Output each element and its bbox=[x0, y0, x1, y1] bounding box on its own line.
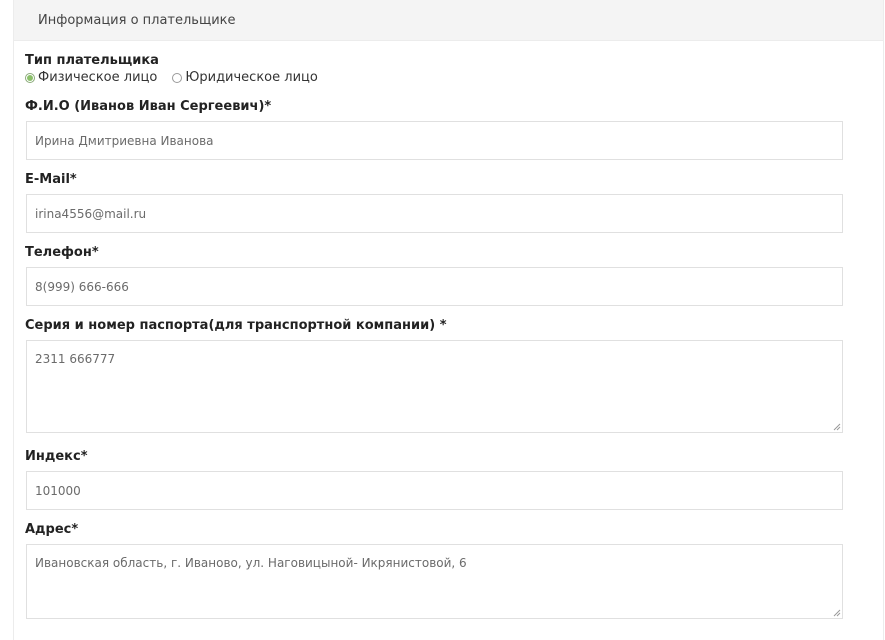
radio-option-individual[interactable]: Физическое лицо bbox=[25, 70, 157, 85]
passport-label: Серия и номер паспорта(для транспортной … bbox=[25, 318, 447, 333]
radio-legal[interactable] bbox=[172, 72, 183, 83]
resize-handle-icon[interactable] bbox=[833, 609, 841, 617]
passport-value: 2311 666777 bbox=[35, 352, 116, 366]
email-value: irina4556@mail.ru bbox=[35, 206, 147, 221]
payer-type-label: Тип плательщика bbox=[25, 53, 159, 68]
radio-individual[interactable] bbox=[25, 72, 35, 83]
phone-label: Телефон* bbox=[25, 245, 99, 260]
email-label: E-Mail* bbox=[25, 172, 77, 187]
address-value: Ивановская область, г. Иваново, ул. Наго… bbox=[35, 556, 467, 570]
index-label: Индекс* bbox=[25, 449, 88, 464]
index-value: 101000 bbox=[35, 483, 81, 498]
fio-input[interactable]: Ирина Дмитриевна Иванова bbox=[26, 121, 843, 160]
phone-input[interactable]: 8(999) 666-666 bbox=[26, 267, 843, 306]
radio-individual-label: Физическое лицо bbox=[38, 70, 158, 85]
payer-type-radio-group: Физическое лицо Юридическое лицо bbox=[25, 70, 333, 85]
phone-value: 8(999) 666-666 bbox=[35, 279, 129, 294]
radio-option-legal[interactable]: Юридическое лицо bbox=[172, 70, 318, 85]
resize-handle-icon[interactable] bbox=[833, 423, 841, 431]
address-label: Адрес* bbox=[25, 522, 79, 537]
panel-header: Информация о плательщике bbox=[14, 0, 883, 41]
fio-label: Ф.И.О (Иванов Иван Сергеевич)* bbox=[25, 99, 272, 114]
section-title: Информация о плательщике bbox=[38, 12, 236, 28]
address-textarea[interactable]: Ивановская область, г. Иваново, ул. Наго… bbox=[26, 544, 843, 619]
fio-value: Ирина Дмитриевна Иванова bbox=[35, 133, 214, 148]
email-input[interactable]: irina4556@mail.ru bbox=[26, 194, 843, 233]
radio-legal-label: Юридическое лицо bbox=[185, 70, 318, 85]
index-input[interactable]: 101000 bbox=[26, 471, 843, 510]
passport-textarea[interactable]: 2311 666777 bbox=[26, 340, 843, 433]
